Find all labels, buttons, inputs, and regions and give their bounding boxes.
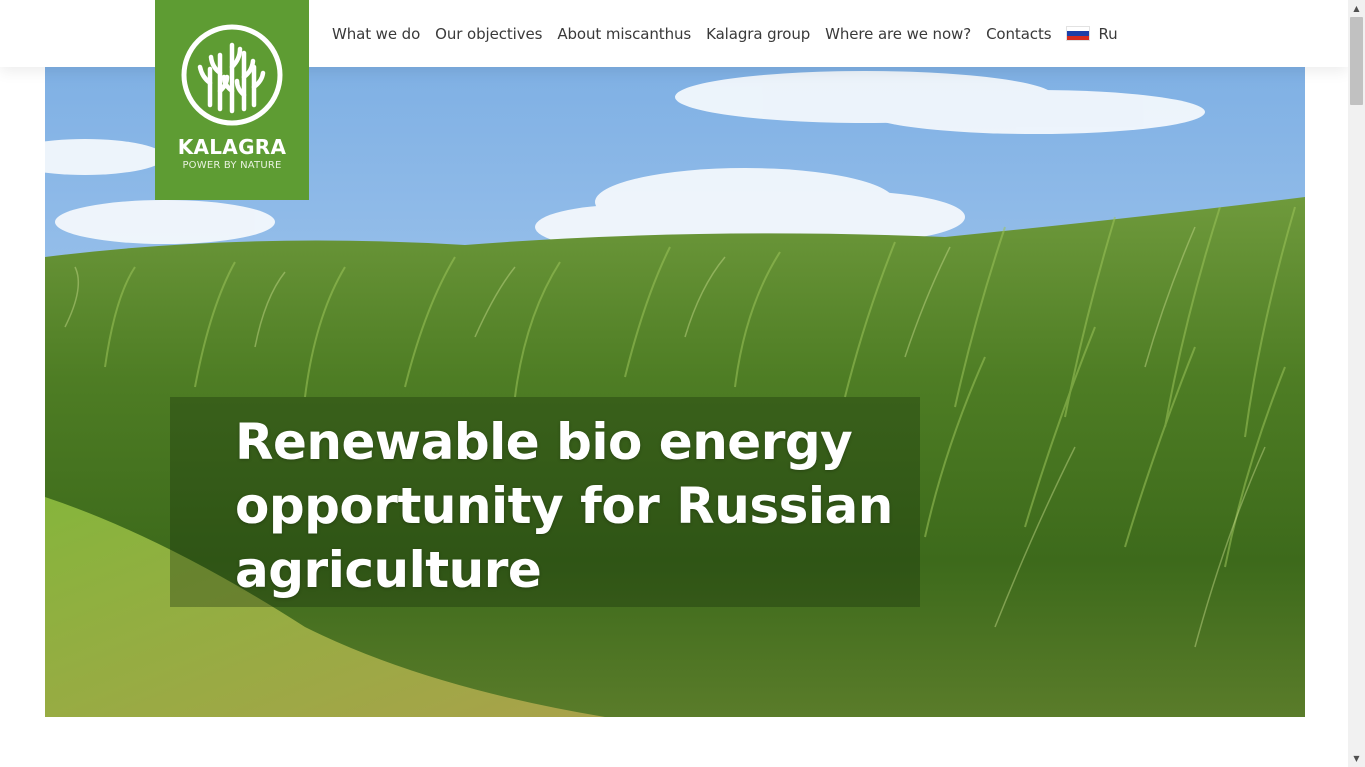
chevron-down-icon[interactable]: ▼ [1348,750,1365,767]
scrollbar[interactable]: ▲ ▼ [1348,0,1365,767]
nav-about-miscanthus[interactable]: About miscanthus [557,25,691,43]
nav-contacts[interactable]: Contacts [986,25,1051,43]
nav-where-are-we-now[interactable]: Where are we now? [825,25,971,43]
language-switcher[interactable]: Ru [1066,24,1118,43]
hero-title: Renewable bio energy opportunity for Rus… [235,413,893,599]
language-label: Ru [1098,24,1118,43]
scroll-thumb[interactable] [1350,17,1363,105]
miscanthus-emblem-icon [181,24,283,126]
russia-flag-icon [1066,26,1091,41]
nav-what-we-do[interactable]: What we do [332,25,420,43]
logo[interactable]: KALAGRA POWER BY NATURE [155,0,309,200]
brand-tagline: POWER BY NATURE [182,160,282,171]
nav-our-objectives[interactable]: Our objectives [435,25,542,43]
brand-name: KALAGRA [177,135,287,159]
main-nav: What we do Our objectives About miscanth… [332,0,1118,67]
page: What we do Our objectives About miscanth… [0,0,1365,767]
chevron-up-icon[interactable]: ▲ [1348,0,1365,17]
nav-kalagra-group[interactable]: Kalagra group [706,25,810,43]
